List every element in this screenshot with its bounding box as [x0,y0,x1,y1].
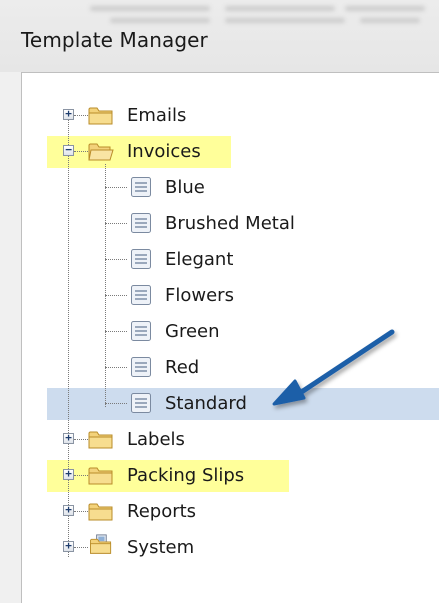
tree-node-label: Elegant [165,249,234,270]
folder-system-icon [90,534,112,554]
template-manager-window: Template Manager + Emails − Invoices Blu… [0,0,439,603]
expand-icon[interactable]: + [63,468,74,480]
tree-connector-line [105,331,127,332]
blurred-background-text [360,18,420,23]
tree-connector-line [105,223,127,224]
tree-node-labels[interactable]: + Labels [47,424,347,456]
tree-node-brushed-metal[interactable]: Brushed Metal [127,208,377,240]
tree-node-label: Flowers [165,285,234,306]
expand-icon[interactable]: + [63,540,74,552]
title-bar: Template Manager [0,0,439,72]
tree-node-label: Emails [127,105,187,126]
blurred-background-text [225,18,345,23]
tree-node-label: Blue [165,177,205,198]
tree-connector-line [105,259,127,260]
expand-icon[interactable]: + [63,432,74,444]
tree-node-emails[interactable]: + Emails [47,100,347,132]
tree-node-label: Labels [127,429,185,450]
tree-connector-line [105,367,127,368]
tree-node-red[interactable]: Red [127,352,377,384]
template-tree[interactable]: + Emails − Invoices Blue Brushed Metal E… [21,72,439,603]
tree-node-label: Packing Slips [127,465,245,486]
document-icon [131,357,151,377]
tree-connector-line [105,295,127,296]
tree-connector-line [105,164,106,407]
document-icon [131,213,151,233]
folder-icon [88,467,113,485]
folder-open-icon [88,143,114,161]
window-title: Template Manager [21,28,208,52]
tree-connector-line [105,403,127,404]
blurred-background-text [90,6,210,11]
document-icon [131,321,151,341]
tree-node-label: Green [165,321,220,342]
tree-node-standard[interactable]: Standard [127,388,377,420]
blurred-background-text [225,6,335,11]
tree-node-label: Red [165,357,200,378]
expand-icon[interactable]: + [63,108,74,120]
document-icon [131,285,151,305]
tree-node-label: Reports [127,501,197,522]
tree-node-flowers[interactable]: Flowers [127,280,377,312]
tree-node-blue[interactable]: Blue [127,172,377,204]
blurred-background-text [345,6,425,11]
tree-node-reports[interactable]: + Reports [47,496,347,528]
document-icon [131,393,151,413]
expand-icon[interactable]: + [63,504,74,516]
blurred-background-text [110,18,210,23]
folder-icon [88,503,113,521]
tree-node-elegant[interactable]: Elegant [127,244,377,276]
tree-node-system[interactable]: + System [47,532,347,564]
document-icon [131,249,151,269]
collapse-icon[interactable]: − [63,144,74,156]
tree-connector-line [105,187,127,188]
document-icon [131,177,151,197]
folder-icon [88,107,113,125]
tree-node-label: Standard [165,393,247,414]
tree-node-label: Invoices [127,141,201,162]
tree-node-label: System [127,537,195,558]
folder-icon [88,431,113,449]
tree-node-packing-slips[interactable]: + Packing Slips [47,460,347,492]
tree-node-label: Brushed Metal [165,213,295,234]
tree-node-invoices[interactable]: − Invoices [47,136,347,168]
tree-node-green[interactable]: Green [127,316,377,348]
